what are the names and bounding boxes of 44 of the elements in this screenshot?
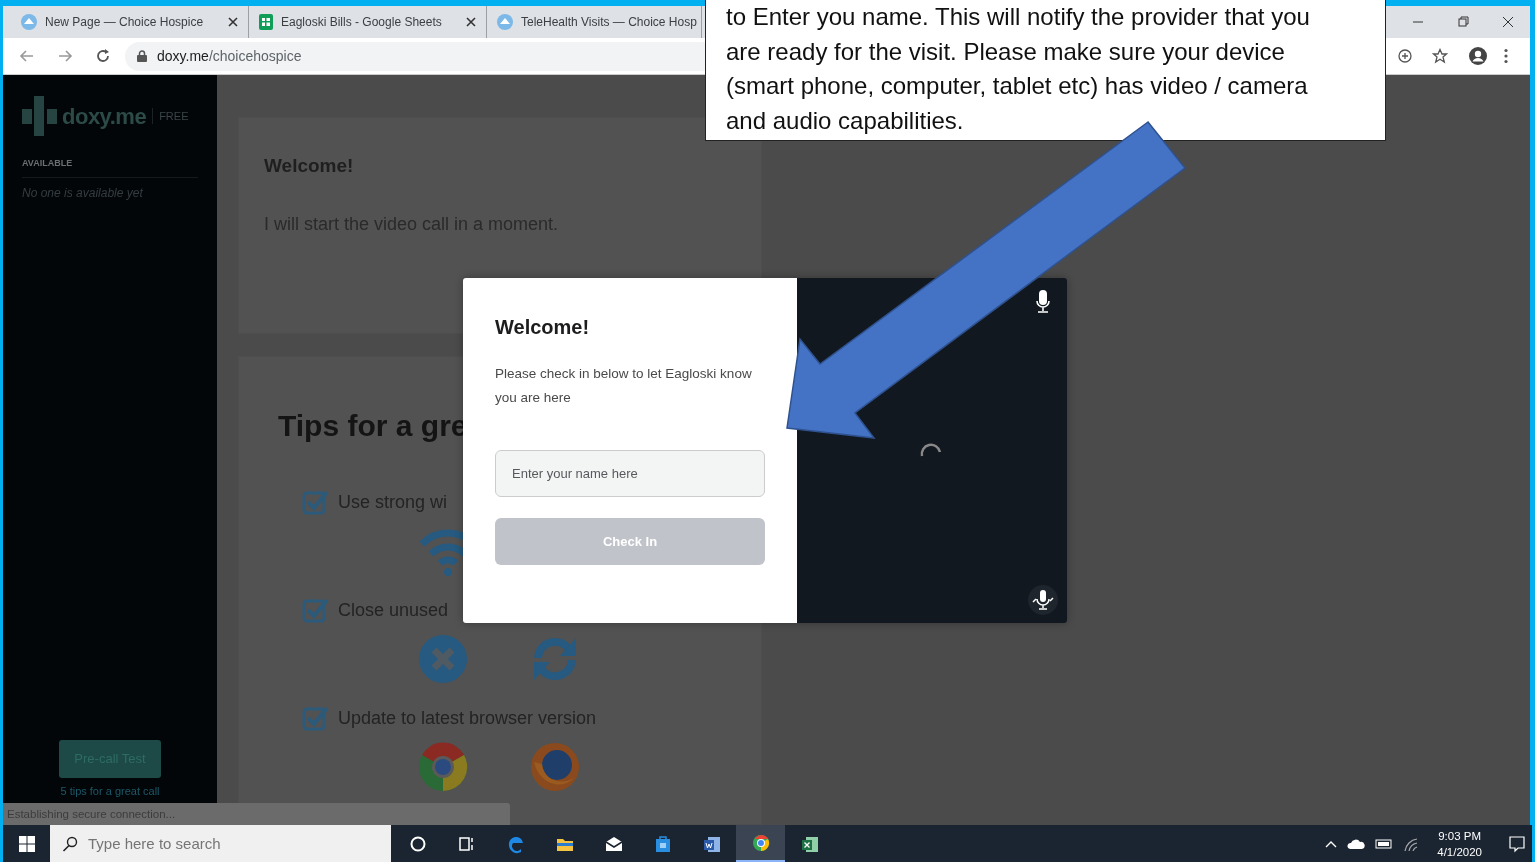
logo-text: doxy.me (62, 102, 147, 131)
close-icon[interactable] (228, 17, 238, 27)
checkbox[interactable] (302, 704, 330, 732)
account-icon[interactable] (1468, 46, 1488, 66)
browser-logo-icon (418, 742, 468, 792)
logo-icon (22, 96, 58, 136)
dialog-title: Welcome! (495, 315, 591, 340)
close-icon[interactable] (466, 17, 476, 27)
time-text: 9:03 PM (1437, 828, 1482, 844)
lock-icon (137, 50, 147, 62)
switch-microphone-icon[interactable] (1028, 585, 1058, 615)
spreadsheet-icon (259, 14, 273, 30)
clock[interactable]: 9:03 PM 4/1/2020 (1437, 827, 1482, 860)
notification-icon[interactable] (1508, 834, 1526, 853)
checkbox[interactable] (302, 488, 330, 516)
date-text: 4/1/2020 (1437, 844, 1482, 860)
empty-text: No one is available yet (22, 184, 144, 202)
url-text: doxy.me/choicehospice (157, 46, 302, 66)
chrome-icon (750, 832, 771, 853)
search-field[interactable]: Type here to search (50, 825, 391, 862)
battery-icon[interactable] (1375, 838, 1394, 849)
cloud-icon[interactable] (1347, 838, 1366, 849)
close-icon (418, 634, 468, 684)
star-icon[interactable] (1432, 48, 1448, 64)
browser-logo-icon (530, 742, 580, 792)
wifi-signal-icon[interactable] (1403, 836, 1420, 851)
name-field[interactable]: Enter your name here (495, 450, 765, 497)
dialog-message: Please check in below to let Eagloski know you are here (495, 365, 753, 407)
back-icon[interactable] (19, 48, 35, 64)
search-icon (62, 836, 78, 852)
plan-label: FREE (152, 107, 189, 125)
reload-icon[interactable] (95, 48, 111, 64)
taskbar-button[interactable] (736, 825, 785, 862)
start-icon[interactable] (18, 835, 35, 852)
callout-tooltip: to Enter you name. This will notify the provider that you are ready for the visit. Please make sure your device (smart phone, computer, tablet etc) has video / camera and audio capabilities. (705, 0, 1386, 141)
menu-icon[interactable] (1504, 48, 1508, 64)
section-label: AVAILABLE (22, 157, 198, 178)
microphone-icon[interactable] (1036, 290, 1050, 314)
add-icon[interactable] (1398, 49, 1412, 63)
chevron-up-icon[interactable] (1325, 839, 1338, 848)
checkbox[interactable] (302, 596, 330, 624)
globe-icon (497, 14, 513, 30)
forward-icon[interactable] (57, 48, 73, 64)
globe-icon (21, 14, 37, 30)
